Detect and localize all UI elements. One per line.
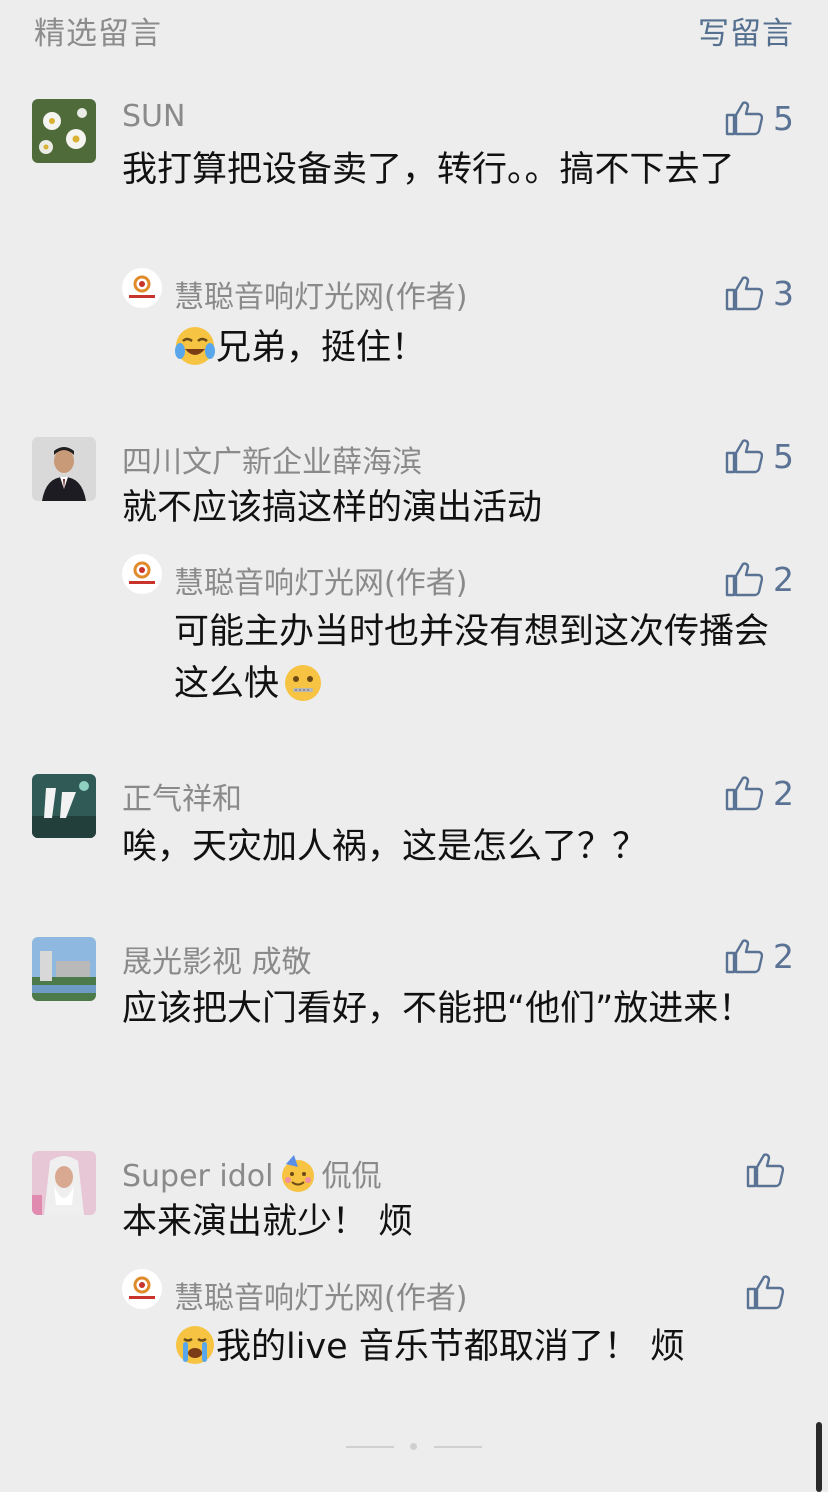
- author-avatar[interactable]: [122, 554, 162, 594]
- thumbs-up-icon: [725, 276, 763, 311]
- loading-indicator: [346, 1440, 482, 1452]
- like-button[interactable]: 2: [725, 936, 794, 976]
- like-button[interactable]: 3: [725, 273, 794, 313]
- commenter-name[interactable]: 晟光影视 成敬: [122, 937, 312, 981]
- commenter-name[interactable]: SUN: [122, 99, 185, 134]
- commenter-name-suffix: 侃侃: [321, 1159, 382, 1194]
- scrollbar[interactable]: [816, 1422, 822, 1492]
- like-count: 5: [773, 436, 794, 476]
- commenter-name-prefix: Super idol: [122, 1159, 274, 1194]
- crying-laugh-emoji: [175, 327, 215, 365]
- divider-right: [434, 1446, 482, 1448]
- reply-text: 我的live 音乐节都取消了！ 烦: [174, 1321, 784, 1373]
- reply-text: 可能主办当时也并没有想到这次传播会这么快: [174, 606, 784, 710]
- reply-text-content: 可能主办当时也并没有想到这次传播会这么快: [174, 612, 770, 704]
- write-comment-button[interactable]: 写留言: [698, 8, 794, 53]
- like-count: 2: [773, 936, 794, 976]
- divider-dot: [410, 1443, 417, 1450]
- comments-header: 精选留言 写留言: [0, 0, 828, 56]
- reply-text-content: 我的live 音乐节都取消了！ 烦: [216, 1327, 685, 1367]
- featured-comments-title: 精选留言: [34, 16, 162, 52]
- divider-left: [346, 1446, 394, 1448]
- like-button[interactable]: 5: [725, 98, 794, 138]
- commenter-name[interactable]: 四川文广新企业薛海滨: [122, 437, 422, 481]
- reply-text-content: 兄弟，挺住！: [216, 328, 427, 368]
- like-count: 5: [773, 98, 794, 138]
- thumbs-up-icon: [725, 562, 763, 597]
- thumbs-up-icon: [746, 1275, 784, 1310]
- author-name[interactable]: 慧聪音响灯光网(作者): [174, 558, 467, 602]
- like-button[interactable]: 2: [725, 773, 794, 813]
- commenter-name[interactable]: Super idol 侃侃: [122, 1151, 382, 1195]
- thumbs-up-icon: [746, 1153, 784, 1188]
- user-avatar[interactable]: [32, 774, 96, 838]
- zipper-mouth-emoji: [285, 665, 322, 701]
- author-avatar[interactable]: [122, 268, 162, 308]
- reply-text: 兄弟，挺住！: [174, 322, 784, 374]
- like-button[interactable]: [746, 1150, 794, 1190]
- user-avatar[interactable]: [32, 99, 96, 163]
- like-count: 3: [773, 273, 794, 313]
- user-avatar[interactable]: [32, 1151, 96, 1215]
- comment-text: 应该把大门看好，不能把“他们”放进来！: [122, 989, 754, 1029]
- comment-text: 就不应该搞这样的演出活动: [122, 488, 543, 528]
- like-count: 2: [773, 773, 794, 813]
- thumbs-up-icon: [725, 776, 763, 811]
- crying-face-emoji: [176, 1326, 214, 1364]
- like-button[interactable]: 5: [725, 436, 794, 476]
- like-button[interactable]: [746, 1272, 794, 1312]
- like-count: 2: [773, 559, 794, 599]
- author-name[interactable]: 慧聪音响灯光网(作者): [174, 272, 467, 316]
- author-name[interactable]: 慧聪音响灯光网(作者): [174, 1273, 467, 1317]
- user-avatar[interactable]: [32, 437, 96, 501]
- comment-text: 我打算把设备卖了，转行。。搞不下去了: [122, 150, 735, 190]
- thumbs-up-icon: [725, 439, 763, 474]
- author-avatar[interactable]: [122, 1269, 162, 1309]
- user-avatar[interactable]: [32, 937, 96, 1001]
- thumbs-up-icon: [725, 101, 763, 136]
- thumbs-up-icon: [725, 939, 763, 974]
- party-face-emoji: [281, 1155, 314, 1192]
- comment-text: 唉，天灾加人祸，这是怎么了？？: [122, 827, 648, 867]
- comment-text: 本来演出就少！ 烦: [122, 1202, 414, 1242]
- commenter-name[interactable]: 正气祥和: [122, 774, 242, 818]
- like-button[interactable]: 2: [725, 559, 794, 599]
